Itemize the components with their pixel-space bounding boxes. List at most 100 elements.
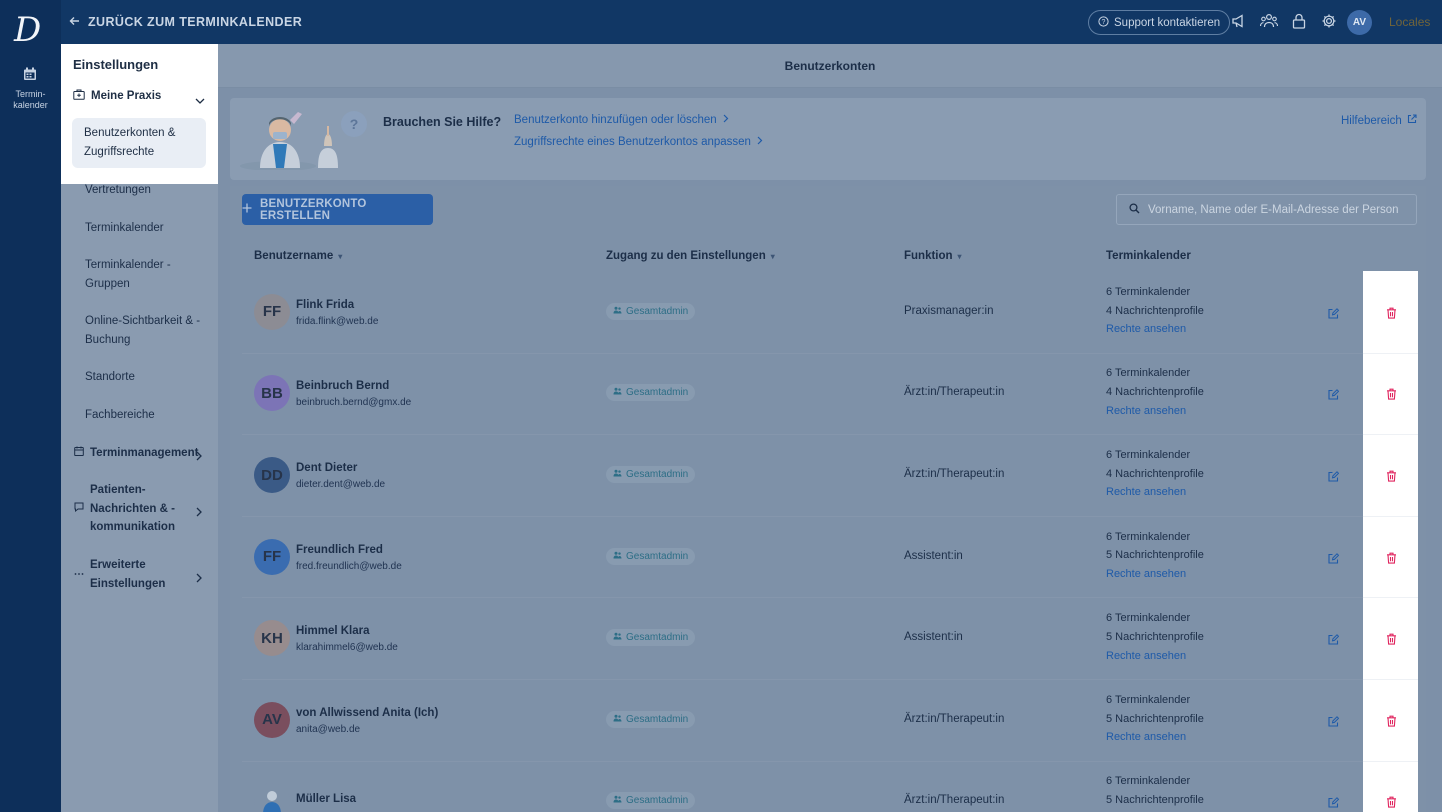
row-divider (1363, 679, 1418, 680)
chevron-right-icon[interactable] (195, 570, 203, 588)
help-area-link[interactable]: Hilfebereich (1341, 114, 1417, 127)
user-function: Assistent:in (904, 631, 963, 644)
column-header-function[interactable]: Funktion ▾ (904, 250, 962, 262)
trash-icon[interactable] (1386, 795, 1397, 812)
status-badge: Gesamtadmin (606, 466, 696, 483)
sort-icon: ▾ (338, 251, 343, 261)
sidebar-item-fachbereiche[interactable]: Fachbereiche (85, 406, 205, 425)
sidebar-item-standorte[interactable]: Standorte (85, 368, 205, 387)
badge-label: Gesamtadmin (626, 387, 689, 399)
edit-icon[interactable] (1328, 306, 1340, 324)
plus-icon (242, 203, 252, 216)
app-logo: D (14, 10, 42, 50)
create-account-button[interactable]: BENUTZERKONTO ERSTELLEN (242, 194, 433, 225)
top-bar: ZURÜCK ZUM TERMINKALENDER ? Support kont… (61, 0, 1442, 44)
user-email: anita@web.de (296, 723, 361, 735)
profile-count: 4 Nachrichtenprofile (1106, 386, 1204, 399)
view-rights-link[interactable]: Rechte ansehen (1106, 647, 1204, 666)
megaphone-icon[interactable] (1231, 13, 1247, 34)
user-function: Ärzt:in/Therapeut:in (904, 712, 1005, 725)
edit-icon[interactable] (1328, 387, 1340, 405)
help-link-rights[interactable]: Zugriffsrechte eines Benutzerkontos anpa… (514, 136, 763, 148)
trash-icon[interactable] (1386, 469, 1397, 487)
avatar: FF (254, 293, 290, 330)
row-divider (1363, 434, 1418, 436)
profile-count: 5 Nachrichtenprofile (1106, 712, 1204, 725)
user-name: Flink Frida (296, 298, 355, 311)
view-rights-link[interactable]: Rechte ansehen (1106, 402, 1204, 421)
badge-label: Gesamtadmin (626, 632, 689, 644)
sidebar-group-meine-praxis[interactable]: Meine Praxis (73, 89, 161, 103)
help-card (230, 98, 1426, 180)
status-badge: Gesamtadmin (606, 629, 696, 647)
badge-label: Gesamtadmin (626, 550, 689, 562)
edit-icon[interactable] (1328, 714, 1340, 732)
doctor-illustration-icon: ? (238, 106, 368, 175)
sidebar-title: Einstellungen (73, 57, 159, 72)
status-badge: Gesamtadmin (606, 547, 696, 565)
edit-icon[interactable] (1328, 632, 1340, 650)
calendar-nav-label[interactable]: Termin- kalender (0, 89, 61, 111)
sidebar-category-patienten-nachrichten[interactable]: Patienten-Nachrichten & -kommunikation (74, 481, 190, 537)
locales-menu[interactable]: Locales (1389, 15, 1430, 29)
badge-label: Gesamtadmin (626, 713, 689, 725)
column-header-username[interactable]: Benutzername ▾ (254, 250, 342, 262)
view-rights-link[interactable]: Rechte ansehen (1106, 320, 1204, 339)
users-icon[interactable] (1259, 13, 1279, 34)
chevron-right-icon[interactable] (195, 504, 203, 522)
profile-count: 5 Nachrichtenprofile (1106, 794, 1204, 807)
calendar-count: 6 Terminkalender (1106, 693, 1191, 706)
sidebar-category-erweiterte-einstellungen[interactable]: Erweiterte Einstellungen (74, 556, 190, 593)
trash-icon[interactable] (1386, 714, 1397, 732)
sidebar-item-terminkalender-gruppen[interactable]: Terminkalender - Gruppen (85, 256, 205, 293)
edit-icon[interactable] (1328, 551, 1340, 569)
back-to-calendar-link[interactable]: ZURÜCK ZUM TERMINKALENDER (69, 15, 302, 29)
support-button[interactable]: ? Support kontaktieren (1088, 10, 1231, 35)
trash-icon[interactable] (1386, 306, 1397, 324)
search-input[interactable] (1148, 203, 1398, 216)
create-account-label: BENUTZERKONTO ERSTELLEN (260, 197, 367, 222)
trash-icon[interactable] (1386, 632, 1397, 650)
view-rights-link[interactable]: Rechte ansehen (1106, 565, 1204, 584)
row-divider (242, 679, 1418, 680)
view-rights-link[interactable]: Rechte ansehen (1106, 728, 1204, 747)
help-area-label: Hilfebereich (1341, 114, 1402, 127)
admin-icon (613, 714, 622, 725)
row-divider (242, 352, 1418, 354)
row-divider (1363, 515, 1418, 517)
sidebar-item-terminkalender[interactable]: Terminkalender (85, 219, 205, 238)
sidebar-group-label: Meine Praxis (91, 90, 162, 102)
sidebar-item-online-sichtbarkeit[interactable]: Online-Sichtbarkeit & -Buchung (85, 312, 205, 349)
avatar (254, 783, 290, 812)
help-link-label: Benutzerkonto hinzufügen oder löschen (514, 114, 717, 126)
edit-icon[interactable] (1328, 469, 1340, 487)
user-email: klarahimmel6@web.de (296, 642, 398, 654)
trash-icon[interactable] (1386, 387, 1397, 405)
calendar-icon[interactable] (23, 67, 37, 86)
calendar-summary: 6 Terminkalender 4 Nachrichtenprofile Re… (1106, 364, 1204, 420)
user-name: Müller Lisa (296, 793, 357, 806)
view-rights-link[interactable]: Rechte ansehen (1106, 483, 1204, 502)
sidebar-item-vertretungen[interactable]: Vertretungen (85, 181, 205, 200)
search-field[interactable] (1116, 194, 1417, 225)
calendar-count: 6 Terminkalender (1106, 285, 1191, 298)
status-badge: Gesamtadmin (606, 302, 696, 320)
column-label: Benutzername (254, 250, 334, 262)
sidebar-item-benutzerkonten[interactable]: Benutzerkonten & Zugriffsrechte (72, 118, 206, 168)
row-divider (1363, 760, 1418, 762)
lock-icon[interactable] (1292, 13, 1306, 34)
admin-icon (613, 469, 622, 480)
trash-icon[interactable] (1386, 551, 1397, 569)
chevron-right-icon[interactable] (195, 448, 203, 466)
badge-label: Gesamtadmin (626, 305, 689, 317)
edit-icon[interactable] (1328, 795, 1340, 812)
gear-icon[interactable] (1321, 13, 1337, 34)
user-avatar[interactable]: AV (1347, 10, 1372, 35)
sort-icon: ▾ (957, 251, 962, 261)
chevron-down-icon[interactable] (195, 92, 205, 110)
help-link-add-remove[interactable]: Benutzerkonto hinzufügen oder löschen (514, 114, 729, 126)
column-header-access[interactable]: Zugang zu den Einstellungen ▾ (606, 250, 775, 262)
sidebar-category-terminmanagement[interactable]: Terminmanagement (74, 444, 198, 463)
user-email: fred.freundlich@web.de (296, 560, 402, 572)
status-badge: Gesamtadmin (606, 384, 696, 402)
